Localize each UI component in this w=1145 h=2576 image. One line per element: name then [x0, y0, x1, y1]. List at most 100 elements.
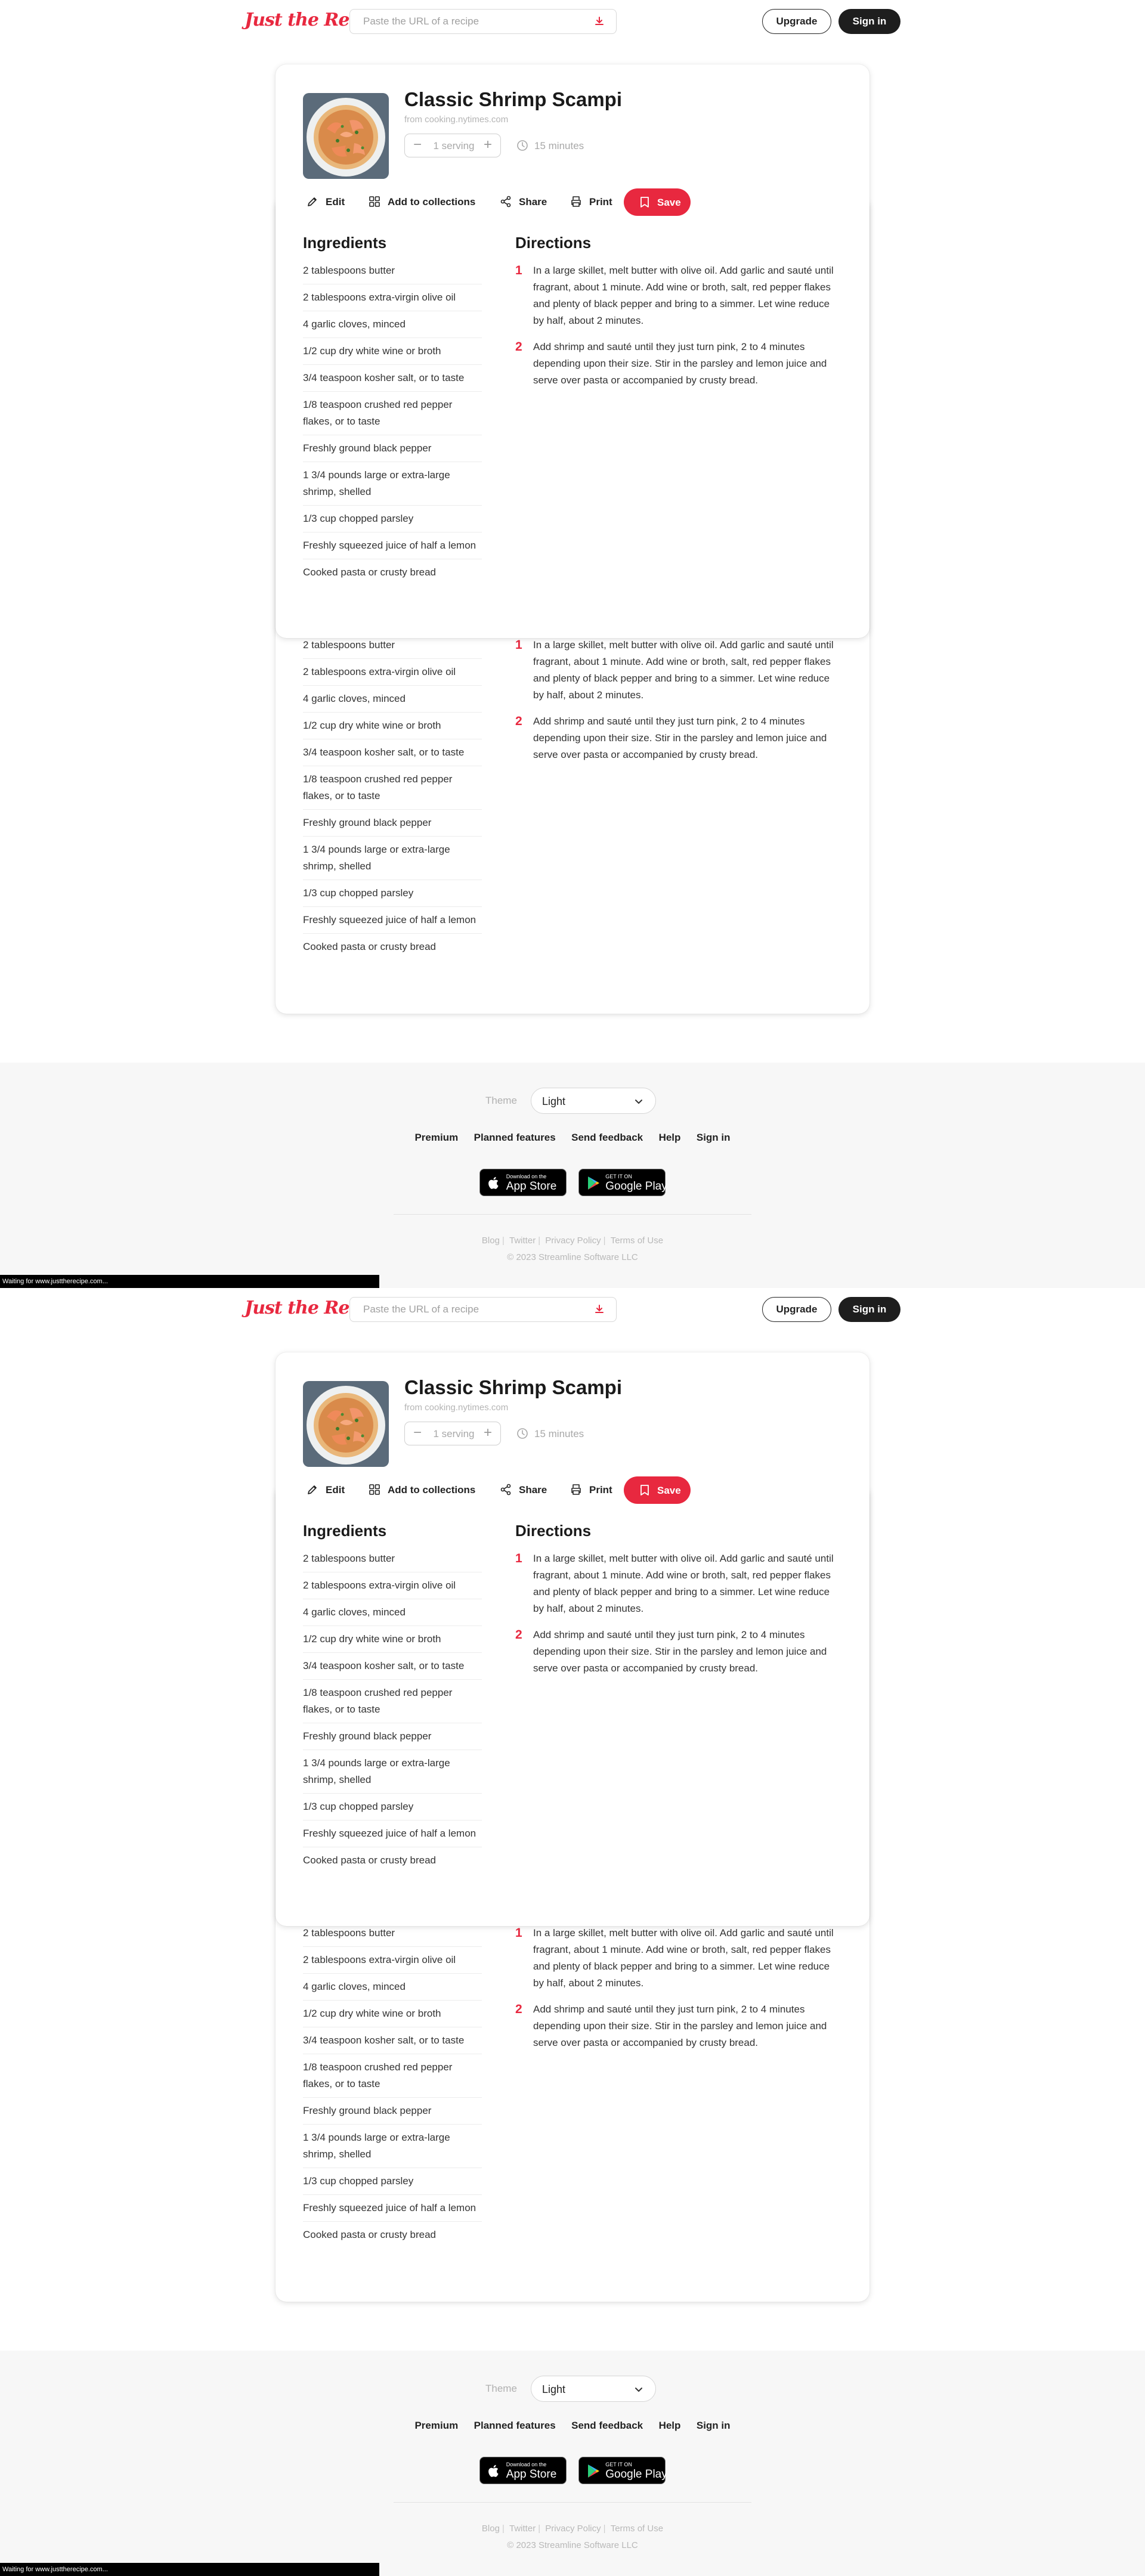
footer-link-sign-in[interactable]: Sign in [697, 2420, 731, 2432]
grid-icon [369, 1484, 380, 1495]
download-icon[interactable] [593, 16, 605, 27]
recipe-source[interactable]: from cooking.nytimes.com [404, 114, 508, 125]
step-text: Add shrimp and sauté until they just tur… [533, 2004, 827, 2048]
footer-link-planned-features[interactable]: Planned features [474, 2420, 556, 2432]
ingredient-item: 1/2 cup dry white wine or broth [303, 338, 482, 365]
ingredient-item: Cooked pasta or crusty bread [303, 566, 437, 578]
footer-link-premium[interactable]: Premium [414, 1132, 458, 1144]
ingredient-item: Cooked pasta or crusty bread [303, 941, 437, 952]
app-store-small-text: Download on the [506, 2462, 547, 2467]
step-text: In a large skillet, melt butter with oli… [533, 1553, 834, 1614]
browser-status-bar: Waiting for www.justtherecipe.com... [0, 2563, 379, 2576]
edit-label: Edit [326, 1484, 345, 1496]
save-button[interactable]: Save [624, 188, 691, 216]
footer-secondary-links: Blog | Twitter | Privacy Policy | Terms of … [481, 2524, 664, 2534]
apple-icon [488, 2464, 499, 2477]
cook-time-value: 15 minutes [534, 1428, 584, 1439]
theme-select[interactable]: Light [531, 1088, 656, 1114]
printer-icon [571, 1484, 581, 1495]
recipe-url-input[interactable] [363, 1303, 578, 1316]
ingredients-list: 2 tablespoons butter 2 tablespoons extra-… [303, 1550, 482, 1874]
footer-link-privacy-policy[interactable]: Privacy Policy [545, 1236, 601, 1246]
theme-select[interactable]: Light [531, 2376, 656, 2402]
directions-list: 1 In a large skillet, melt butter with ol… [515, 1550, 837, 1686]
add-to-collections-label: Add to collections [388, 1484, 476, 1496]
top-bar: Just the Recipe Upgrade Sign in [0, 1288, 1145, 1331]
google-play-badge[interactable]: GET IT ON Google Play [578, 2457, 667, 2484]
ingredient-item: Freshly ground black pepper [303, 2098, 482, 2125]
footer-link-help[interactable]: Help [659, 1132, 681, 1144]
decrease-servings-button[interactable]: − [410, 137, 425, 153]
footer-link-send-feedback[interactable]: Send feedback [571, 1132, 643, 1144]
footer-link-sign-in[interactable]: Sign in [697, 1132, 731, 1144]
ingredients-list: 2 tablespoons butter 2 tablespoons extra-… [303, 262, 482, 586]
page-frame-top: Just the Recipe Upgrade Sign in 2 tables… [0, 0, 1145, 1288]
chevron-down-icon [635, 1100, 642, 1104]
step-number: 2 [515, 2002, 522, 2016]
grid-icon [369, 196, 380, 207]
increase-servings-button[interactable]: + [480, 137, 496, 153]
decrease-servings-button[interactable]: − [410, 1425, 425, 1441]
footer-divider [394, 1214, 751, 1215]
direction-step: 1 In a large skillet, melt butter with ol… [515, 1925, 837, 1992]
upgrade-button[interactable]: Upgrade [762, 9, 831, 34]
theme-label: Theme [485, 2383, 517, 2394]
footer-link-privacy-policy[interactable]: Privacy Policy [545, 2524, 601, 2534]
ingredient-item: 1/2 cup dry white wine or broth [303, 2001, 482, 2027]
ingredient-item: 1 3/4 pounds large or extra-large shrimp… [303, 1750, 482, 1794]
step-number: 2 [515, 714, 522, 728]
footer-secondary-links: Blog | Twitter | Privacy Policy | Terms of … [481, 1236, 664, 1246]
google-play-small-text: GET IT ON [605, 1174, 632, 1179]
recipe-url-search[interactable] [349, 9, 617, 34]
ingredient-item: 1 3/4 pounds large or extra-large shrimp… [303, 462, 482, 506]
app-store-big-text: App Store [506, 2468, 557, 2481]
footer-link-twitter[interactable]: Twitter [509, 1236, 536, 1246]
printer-icon [571, 196, 581, 207]
step-text: In a large skillet, melt butter with oli… [533, 1927, 834, 1989]
direction-step: 1 In a large skillet, melt butter with ol… [515, 637, 837, 704]
upgrade-button[interactable]: Upgrade [762, 1297, 831, 1322]
ingredient-item: Freshly ground black pepper [303, 810, 482, 837]
bookmark-icon [640, 197, 649, 208]
footer-link-blog[interactable]: Blog [482, 1236, 500, 1246]
directions-list-duplicate: 1 In a large skillet, melt butter with ol… [515, 1925, 837, 2061]
recipe-url-search[interactable] [349, 1297, 617, 1322]
google-play-small-text: GET IT ON [605, 2462, 632, 2467]
ingredient-item: Freshly squeezed juice of half a lemon [303, 907, 482, 934]
footer-link-twitter[interactable]: Twitter [509, 2524, 536, 2534]
copyright: © 2023 Streamline Software LLC [507, 2540, 638, 2550]
ingredient-item: 2 tablespoons butter [303, 1925, 482, 1947]
sign-in-button[interactable]: Sign in [838, 9, 900, 34]
directions-list: 1 In a large skillet, melt butter with ol… [515, 262, 837, 398]
footer-link-help[interactable]: Help [659, 2420, 681, 2432]
google-play-badge[interactable]: GET IT ON Google Play [578, 1169, 667, 1196]
pencil-icon [308, 197, 317, 206]
footer-link-premium[interactable]: Premium [414, 2420, 458, 2432]
ingredient-item: Freshly squeezed juice of half a lemon [303, 1820, 482, 1847]
share-label: Share [519, 196, 547, 208]
footer-link-blog[interactable]: Blog [482, 2524, 500, 2534]
footer-link-send-feedback[interactable]: Send feedback [571, 2420, 643, 2432]
sign-in-button[interactable]: Sign in [838, 1297, 900, 1322]
increase-servings-button[interactable]: + [480, 1425, 496, 1441]
recipe-source[interactable]: from cooking.nytimes.com [404, 1402, 508, 1413]
share-icon [500, 196, 511, 208]
step-text: In a large skillet, melt butter with oli… [533, 639, 834, 701]
footer-link-terms-of-use[interactable]: Terms of Use [611, 1236, 663, 1246]
download-icon[interactable] [593, 1304, 605, 1315]
recipe-url-input[interactable] [363, 15, 578, 28]
step-text: Add shrimp and sauté until they just tur… [533, 716, 827, 760]
save-button[interactable]: Save [624, 1476, 691, 1504]
app-store-badge[interactable]: Download on the App Store [479, 1169, 567, 1196]
theme-label: Theme [485, 1095, 517, 1106]
ingredient-item: 2 tablespoons extra-virgin olive oil [303, 1947, 482, 1974]
footer-link-terms-of-use[interactable]: Terms of Use [611, 2524, 663, 2534]
step-text: Add shrimp and sauté until they just tur… [533, 1629, 827, 1674]
app-store-badge[interactable]: Download on the App Store [479, 2457, 567, 2484]
footer-link-planned-features[interactable]: Planned features [474, 1132, 556, 1144]
direction-step: 1 In a large skillet, melt butter with ol… [515, 262, 837, 329]
ingredient-item: 1/3 cup chopped parsley [303, 880, 482, 907]
save-label: Save [657, 197, 681, 208]
step-number: 1 [515, 264, 522, 277]
ingredient-item: 2 tablespoons extra-virgin olive oil [303, 284, 482, 311]
